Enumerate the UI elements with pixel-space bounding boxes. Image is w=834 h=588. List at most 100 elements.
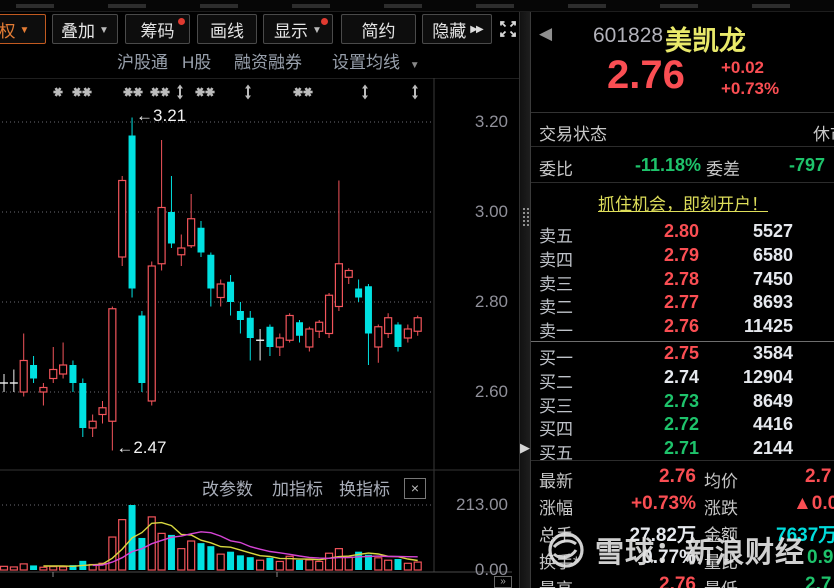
candle-body <box>108 308 117 422</box>
more-button[interactable]: » <box>494 576 512 588</box>
order-price: 2.74 <box>663 366 699 387</box>
order-volume: 5527 <box>752 221 793 241</box>
stat-value: ▲0.0 <box>793 493 834 514</box>
close-indicator-button[interactable]: × <box>404 478 426 499</box>
candle-body <box>88 420 97 429</box>
price-change: +0.02 <box>721 58 765 77</box>
candle-body <box>19 359 28 393</box>
order-row-sell-3[interactable]: 卖三 2.78 7450 <box>531 268 834 294</box>
weicha-label: 委差 <box>706 160 740 179</box>
order-row-sell-1[interactable]: 卖五 2.80 5527 <box>531 221 834 246</box>
order-row-buy-3[interactable]: 买三 2.73 8649 <box>531 390 834 416</box>
candle-body <box>394 324 402 347</box>
candle-body <box>236 311 244 320</box>
candle-body <box>296 322 303 336</box>
order-price: 2.76 <box>663 316 699 337</box>
volume-bar <box>305 559 314 571</box>
volume-bar <box>167 534 175 570</box>
candle-body <box>49 368 58 380</box>
volume-bar <box>374 557 383 571</box>
stat-label: 量比 <box>704 553 738 572</box>
order-volume: 7450 <box>752 268 793 289</box>
price-change-pct: +0.73% <box>721 79 780 98</box>
candle-body <box>315 321 324 332</box>
order-price: 2.75 <box>663 343 699 363</box>
order-row-sell-4[interactable]: 卖二 2.77 8693 <box>531 292 834 317</box>
candle-body <box>275 337 284 348</box>
candle-body <box>216 283 225 299</box>
order-price: 2.78 <box>663 268 699 289</box>
collapse-arrow-icon[interactable]: ▶ <box>520 440 530 456</box>
quote-panel: ◀ 601828 美凯龙 2.76 +0.02 +0.73% 交易状态 休市 委… <box>530 12 834 588</box>
candle-body <box>227 281 235 302</box>
candle-body <box>98 407 107 416</box>
candle-body <box>197 227 205 253</box>
candle-body <box>69 365 77 383</box>
volume-bar <box>108 536 117 571</box>
candle-body <box>79 383 87 428</box>
stat-value: 7637万 <box>776 525 834 546</box>
order-volume: 11425 <box>743 316 793 337</box>
stat-label: 涨跌 <box>704 499 738 518</box>
order-volume: 2144 <box>752 438 793 459</box>
candle-body <box>355 288 363 298</box>
order-price: 2.79 <box>663 244 699 265</box>
candle-body <box>305 328 314 348</box>
divider <box>531 460 834 461</box>
order-volume: 4416 <box>752 414 793 435</box>
order-row-buy-1[interactable]: 买一 2.75 3584 <box>531 343 834 368</box>
order-price: 2.80 <box>663 221 699 241</box>
volume-bar <box>324 552 334 571</box>
stat-row: 换手* 0.77% 量比 0.9 <box>531 544 834 572</box>
add-indicator-button[interactable]: 加指标 <box>272 479 323 501</box>
order-row-sell-5[interactable]: 卖一 2.76 11425 <box>531 316 834 341</box>
volume-bar <box>138 537 146 570</box>
order-row-buy-5[interactable]: 买五 2.71 2144 <box>531 438 834 463</box>
candle-body <box>58 364 68 375</box>
change-param-button[interactable]: 改参数 <box>202 479 253 501</box>
stat-label: 最低 <box>704 575 738 588</box>
stat-row: 总手 27.82万 金额 7637万 <box>531 517 834 546</box>
open-account-ad-link[interactable]: 抓住机会，即刻开户！ <box>531 190 834 215</box>
stat-value: 0.77% <box>642 547 696 568</box>
order-row-buy-4[interactable]: 买四 2.72 4416 <box>531 414 834 439</box>
candle-body <box>207 254 215 289</box>
candle-body <box>118 179 127 258</box>
stat-row: 涨幅 +0.73% 涨跌 ▲0.0 <box>531 490 834 518</box>
volume-bar <box>344 556 353 571</box>
order-row-buy-2[interactable]: 买二 2.74 12904 <box>531 366 834 392</box>
candle-body <box>384 317 393 335</box>
order-price: 2.73 <box>663 390 699 411</box>
order-volume: 3584 <box>752 343 793 363</box>
volume-bar <box>275 560 284 571</box>
panel-splitter[interactable]: ▶ <box>519 12 530 588</box>
order-row-sell-2[interactable]: 卖四 2.79 6580 <box>531 244 834 270</box>
switch-indicator-button[interactable]: 换指标 <box>339 479 390 501</box>
volume-bar <box>39 566 48 571</box>
price-annotation: ←3.21 <box>136 105 187 125</box>
volume-axis-label: 213.00 <box>456 495 508 514</box>
order-book-divider <box>531 341 834 342</box>
candle-body <box>285 314 294 341</box>
stat-value: 2.76 <box>659 574 696 588</box>
candle-body <box>167 212 175 244</box>
trade-status-row: 交易状态 休市 <box>531 113 834 147</box>
splitter-grip-icon[interactable] <box>523 208 525 210</box>
order-volume: 12904 <box>742 366 793 387</box>
back-arrow-icon[interactable]: ◀ <box>539 24 552 44</box>
stat-value: 2.7 <box>805 574 832 588</box>
volume-bar <box>266 557 274 570</box>
price-axis-label: 2.80 <box>474 292 508 311</box>
volume-bar <box>236 555 244 570</box>
volume-bar <box>207 546 215 570</box>
volume-bar <box>118 519 127 571</box>
candle-body <box>39 386 48 393</box>
stat-value: +0.73% <box>631 493 696 514</box>
candle-body <box>403 328 412 339</box>
candle-body <box>30 365 38 379</box>
stat-label: 均价 <box>704 472 738 491</box>
last-price: 2.76 <box>607 53 685 97</box>
stat-value: 27.82万 <box>629 525 696 546</box>
price-axis-label: 2.60 <box>474 382 508 401</box>
order-volume: 6580 <box>752 244 793 265</box>
